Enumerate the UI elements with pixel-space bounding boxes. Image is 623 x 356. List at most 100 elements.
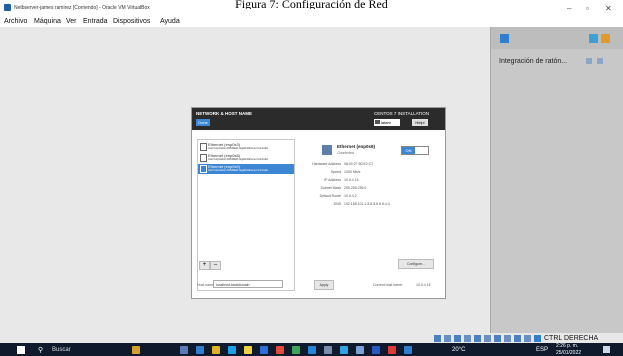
connection-toggle[interactable]: ON <box>401 146 429 155</box>
ethernet-icon <box>322 145 332 155</box>
remove-adapter-button[interactable]: – <box>210 261 221 270</box>
windows-start-icon[interactable] <box>17 346 25 354</box>
app-icon[interactable] <box>308 346 316 354</box>
app-icon[interactable] <box>212 346 220 354</box>
mouse-icon[interactable] <box>586 58 592 64</box>
info-icon[interactable] <box>597 58 603 64</box>
adapter-item-enp0s3[interactable]: Ethernet (enp0s3) Intel Corporation 8254… <box>198 142 294 151</box>
clock-date[interactable]: 25/01/2022 <box>556 350 581 356</box>
network-hostname-dialog: NETWORK & HOST NAME Done CENTOS 7 INSTAL… <box>191 107 446 299</box>
detail-adapter-name: Ethernet (enp0s9) <box>337 144 376 149</box>
network-icon <box>200 165 207 173</box>
app-icon[interactable] <box>292 346 300 354</box>
apply-button[interactable]: Apply <box>314 280 334 290</box>
language-indicator[interactable]: ESP <box>536 347 548 353</box>
notifications-icon[interactable] <box>603 346 610 353</box>
mask-value: 255.255.255.0 <box>344 186 367 190</box>
settings-icon[interactable] <box>589 34 598 43</box>
optical-icon[interactable] <box>444 335 451 342</box>
ip-value: 10.0.4.15 <box>344 178 359 182</box>
vm-icon[interactable] <box>500 34 509 43</box>
menu-ayuda[interactable]: Ayuda <box>160 18 180 25</box>
current-hostname-value: 10.0.4.15 <box>416 283 431 287</box>
side-panel-header <box>491 27 623 49</box>
adapter-item-enp0s9[interactable]: Ethernet (enp0s9) Intel Corporation 8254… <box>198 164 294 174</box>
window-title: Netbserver-james ramirez [Corriendo] - O… <box>14 5 150 11</box>
mask-label: Subnet Mask <box>320 186 341 190</box>
keyboard-capture-icon[interactable] <box>534 335 541 342</box>
installer-title: CENTOS 7 INSTALLATION <box>374 111 430 116</box>
audio-icon[interactable] <box>454 335 461 342</box>
maximize-button[interactable]: ▫ <box>586 4 589 13</box>
speed-label: Speed <box>330 170 341 174</box>
toggle-on-label: ON <box>402 147 415 154</box>
adapter-item-enp0s8[interactable]: Ethernet (enp0s8) Intel Corporation 8254… <box>198 153 294 162</box>
hw-value: 08:00:27:50:E2:C7 <box>344 162 374 166</box>
menu-entrada[interactable]: Entrada <box>83 18 108 25</box>
minimize-button[interactable]: – <box>567 4 571 13</box>
menu-maquina[interactable]: Máquina <box>34 18 61 25</box>
shared-folder-icon[interactable] <box>484 335 491 342</box>
hostname-input[interactable]: localhost.localdomain <box>213 280 283 288</box>
app-icon[interactable] <box>228 346 236 354</box>
add-adapter-button[interactable]: + <box>199 261 210 270</box>
network-status-icon[interactable] <box>464 335 471 342</box>
hw-label: Hardware Address <box>312 162 341 166</box>
menu-dispositivos[interactable]: Dispositivos <box>113 18 150 25</box>
window-titlebar: Netbserver-james ramirez [Corriendo] - O… <box>0 2 623 18</box>
app-icon[interactable] <box>356 346 364 354</box>
menu-ver[interactable]: Ver <box>66 18 77 25</box>
ip-label: IP Address <box>324 178 341 182</box>
close-button[interactable]: ✕ <box>605 4 612 13</box>
hdd-icon[interactable] <box>434 335 441 342</box>
app-icon[interactable] <box>196 346 204 354</box>
keyboard-layout-label: latam <box>381 120 391 125</box>
configure-button[interactable]: Configure... <box>398 259 434 269</box>
app-icon[interactable] <box>340 346 348 354</box>
vm-display[interactable]: NETWORK & HOST NAME Done CENTOS 7 INSTAL… <box>0 27 490 333</box>
speed-value: 1000 Mb/s <box>344 170 361 174</box>
menubar: Archivo Máquina Ver Entrada Dispositivos… <box>0 17 490 27</box>
app-icon[interactable] <box>276 346 284 354</box>
adapter-desc: Intel Corporation 82540EM Gigabit Ethern… <box>208 169 269 172</box>
help-button[interactable]: Help! <box>412 119 428 126</box>
folder-icon[interactable] <box>601 34 610 43</box>
dns-value: 192.168.101.1 8.8.8.8 8.8.4.4 <box>344 202 390 206</box>
cpu-icon[interactable] <box>514 335 521 342</box>
task-view-icon[interactable] <box>180 346 188 354</box>
widgets-icon[interactable] <box>132 346 140 354</box>
virtualbox-icon <box>4 4 11 11</box>
app-icon[interactable] <box>372 346 380 354</box>
current-hostname-label: Current host name: <box>373 283 403 287</box>
route-label: Default Route <box>319 194 341 198</box>
dns-label: DNS <box>333 202 341 206</box>
virtualbox-taskbar-icon[interactable] <box>404 346 412 354</box>
keyboard-layout[interactable]: latam <box>374 119 400 126</box>
side-panel: Integración de ratón... <box>490 27 623 334</box>
app-icon[interactable] <box>260 346 268 354</box>
adapter-desc: Intel Corporation 82540EM Gigabit Ethern… <box>208 158 269 161</box>
connection-status: Connected <box>337 151 354 155</box>
clock-time[interactable]: 2:26 p. m. <box>556 343 578 349</box>
record-icon[interactable] <box>504 335 511 342</box>
display-icon[interactable] <box>494 335 501 342</box>
keyboard-icon <box>375 120 380 124</box>
app-icon[interactable] <box>388 346 396 354</box>
usb-icon[interactable] <box>474 335 481 342</box>
weather-temp: 20°C <box>452 347 466 353</box>
network-icon <box>200 143 207 151</box>
menu-archivo[interactable]: Archivo <box>4 18 27 25</box>
app-icon[interactable] <box>244 346 252 354</box>
taskbar: ⚲ Buscar 20°C ESP 2:26 p. m. 25/01/2022 <box>0 343 623 356</box>
installer-header: NETWORK & HOST NAME Done CENTOS 7 INSTAL… <box>192 108 445 130</box>
search-icon[interactable]: ⚲ <box>38 346 43 354</box>
network-icon <box>200 154 207 162</box>
taskbar-search[interactable]: Buscar <box>52 347 71 353</box>
adapter-desc: Intel Corporation 82540EM Gigabit Ethern… <box>208 147 269 150</box>
done-button[interactable]: Done <box>196 119 210 126</box>
app-icon[interactable] <box>324 346 332 354</box>
mouse-capture-icon[interactable] <box>524 335 531 342</box>
host-key-label: CTRL DERECHA <box>544 335 599 342</box>
route-value: 10.0.4.2 <box>344 194 357 198</box>
mouse-integration-label: Integración de ratón... <box>499 58 568 65</box>
